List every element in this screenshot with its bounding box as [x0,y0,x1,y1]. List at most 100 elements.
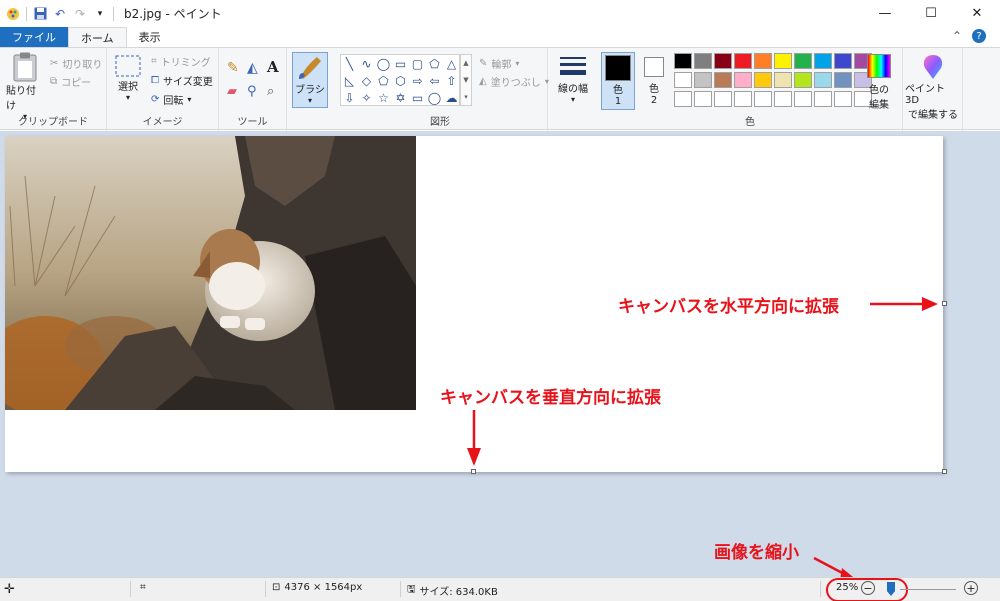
six-point-star-shape-icon[interactable]: ✡ [392,89,409,106]
color-swatch[interactable] [674,53,692,69]
rotate-button[interactable]: ⟳ 回転 ▾ [151,92,191,107]
color-swatch[interactable] [754,91,772,107]
color1-label: 色 [613,85,623,96]
left-arrow-shape-icon[interactable]: ⇦ [426,72,443,89]
hexagon-shape-icon[interactable]: ⬡ [392,72,409,89]
oval-callout-shape-icon[interactable]: ◯ [426,89,443,106]
oval-shape-icon[interactable]: ◯ [375,55,392,72]
five-point-star-shape-icon[interactable]: ☆ [375,89,392,106]
color-swatch[interactable] [694,91,712,107]
chevron-down-icon: ▾ [125,93,130,102]
customize-toolbar-icon[interactable]: ▾ [93,7,107,21]
color-swatch[interactable] [794,91,812,107]
color-swatch[interactable] [714,91,732,107]
maximize-button[interactable]: ☐ [908,0,954,27]
collapse-ribbon-icon[interactable]: ⌃ [952,29,962,43]
cloud-callout-shape-icon[interactable]: ☁ [443,89,460,106]
canvas-handle-bottom[interactable] [471,469,476,474]
eraser-icon[interactable]: ▰ [227,84,237,99]
pentagon-shape-icon[interactable]: ⬠ [375,72,392,89]
rectangle-shape-icon[interactable]: ▭ [392,55,409,72]
color-swatch[interactable] [754,53,772,69]
edit-colors-button[interactable]: 色の 編集 [864,54,894,111]
down-arrow-shape-icon[interactable]: ⇩ [341,89,358,106]
brushes-button[interactable]: ブラシ ▾ [292,52,328,108]
color-swatch[interactable] [674,72,692,88]
color-swatch[interactable] [774,53,792,69]
chevron-up-icon[interactable]: ▲ [463,59,468,67]
color-swatch[interactable] [794,72,812,88]
shapes-gallery-scroll[interactable]: ▲ ▼ ▾ [460,54,472,106]
paste-button[interactable]: 貼り付け ▾ [6,52,44,121]
color-swatch[interactable] [734,53,752,69]
color2-button[interactable]: 色 2 [639,52,669,110]
color-swatch[interactable] [834,91,852,107]
polygon-shape-icon[interactable]: ⬠ [426,55,443,72]
color2-label: 色 [649,84,659,95]
color-swatch[interactable] [814,53,832,69]
color-swatch[interactable] [814,72,832,88]
select-button[interactable]: 選択 ▾ [113,54,143,102]
redo-icon[interactable]: ↷ [73,7,87,21]
copy-button[interactable]: ⧉ コピー [50,74,91,89]
tab-file[interactable]: ファイル [0,27,68,47]
diamond-shape-icon[interactable]: ◇ [358,72,375,89]
color-swatch[interactable] [834,53,852,69]
color-swatch[interactable] [734,72,752,88]
title-bar: ↶ ↷ ▾ b2.jpg - ペイント — ☐ ✕ [0,0,1000,27]
color-swatch[interactable] [714,72,732,88]
color-picker-icon[interactable]: ⚲ [247,84,257,99]
fill-bucket-icon[interactable]: ◭ [247,60,258,76]
help-icon[interactable]: ? [972,29,986,43]
color-swatch[interactable] [714,53,732,69]
paint-app-icon[interactable] [6,7,20,21]
rounded-rectangle-shape-icon[interactable]: ▢ [409,55,426,72]
zoom-slider-track[interactable] [900,589,956,590]
color-swatch[interactable] [794,53,812,69]
triangle-shape-icon[interactable]: △ [443,55,460,72]
pencil-icon[interactable]: ✎ [227,60,239,76]
edit-in-paint3d-button[interactable]: ペイント 3D で編集する [905,54,961,121]
canvas-handle-right[interactable] [942,301,947,306]
color-swatch[interactable] [694,72,712,88]
chevron-down-icon[interactable]: ▼ [463,76,468,84]
resize-icon: ⧠ [151,75,159,86]
brushes-group: ブラシ ▾ [287,48,333,131]
crop-button[interactable]: ⌗ トリミング [151,54,211,69]
line-shape-icon[interactable]: ╲ [341,55,358,72]
tab-view[interactable]: 表示 [127,27,173,47]
color-swatch[interactable] [674,91,692,107]
color-swatch[interactable] [734,91,752,107]
color-swatch[interactable] [774,91,792,107]
size-label: 線の幅 [558,84,588,95]
fill-button[interactable]: ◭ 塗りつぶし ▾ [479,74,549,89]
curve-shape-icon[interactable]: ∿ [358,55,375,72]
color-swatch[interactable] [774,72,792,88]
four-point-star-shape-icon[interactable]: ✧ [358,89,375,106]
up-arrow-shape-icon[interactable]: ⇧ [443,72,460,89]
canvas-handle-corner[interactable] [942,469,947,474]
color-swatch[interactable] [834,72,852,88]
close-button[interactable]: ✕ [954,0,1000,27]
canvas-workspace[interactable]: キャンバスを水平方向に拡張 キャンバスを垂直方向に拡張 画像を縮小 [0,131,1000,581]
minimize-button[interactable]: — [862,0,908,27]
expand-gallery-icon[interactable]: ▾ [464,93,468,101]
outline-button[interactable]: ✎ 輪郭 ▾ [479,56,519,71]
size-button[interactable]: 線の幅 ▾ [554,54,592,104]
magnifier-icon[interactable]: ⌕ [267,84,274,99]
text-tool-icon[interactable]: A [267,58,279,76]
cut-button[interactable]: ✂ 切り取り [50,56,102,71]
color-swatch[interactable] [694,53,712,69]
resize-button[interactable]: ⧠ サイズ変更 [151,73,213,88]
undo-icon[interactable]: ↶ [53,7,67,21]
zoom-out-button[interactable]: − [861,581,875,595]
color1-button[interactable]: 色 1 [601,52,635,110]
save-icon[interactable] [33,7,47,21]
right-arrow-shape-icon[interactable]: ⇨ [409,72,426,89]
right-triangle-shape-icon[interactable]: ◺ [341,72,358,89]
tab-home[interactable]: ホーム [68,27,127,47]
rect-callout-shape-icon[interactable]: ▭ [409,89,426,106]
color-swatch[interactable] [814,91,832,107]
zoom-in-button[interactable]: + [964,581,978,595]
color-swatch[interactable] [754,72,772,88]
